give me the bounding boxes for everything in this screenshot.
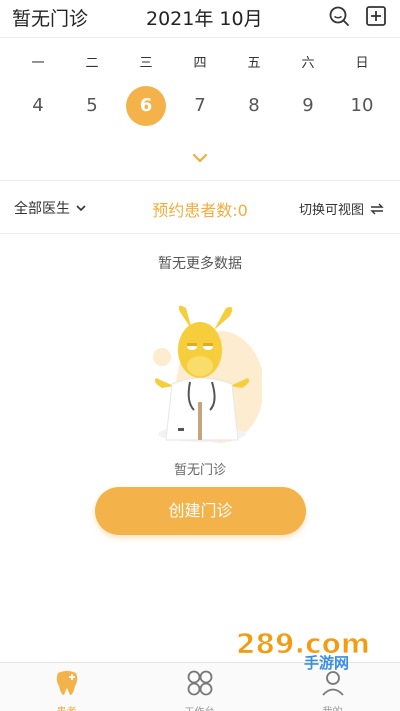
- weekday-label: 六: [301, 56, 315, 71]
- date-cell[interactable]: 5: [65, 86, 119, 126]
- date-cell[interactable]: 9: [281, 86, 335, 126]
- date-cell-selected[interactable]: 6: [119, 86, 173, 126]
- search-icon[interactable]: [328, 5, 350, 27]
- divider: [0, 233, 400, 234]
- date-cell[interactable]: 4: [11, 86, 65, 126]
- tab-patients[interactable]: 患者: [0, 663, 133, 711]
- create-clinic-button[interactable]: 创建门诊: [95, 487, 306, 535]
- page-title: 暂无门诊: [12, 8, 89, 30]
- switch-view-button[interactable]: 切换可视图: [299, 199, 384, 218]
- weekday-label: 二: [85, 56, 99, 71]
- grid-icon: [185, 668, 215, 698]
- date-cell[interactable]: 10: [335, 86, 389, 126]
- date-row: 4 5 6 7 8 9 10: [0, 86, 400, 126]
- empty-caption: 暂无门诊: [173, 463, 226, 478]
- divider: [0, 37, 400, 38]
- weekday-label: 四: [193, 56, 207, 71]
- filter-bar: 全部医生 预约患者数:0 切换可视图: [0, 181, 400, 233]
- tab-label: 工作台: [133, 703, 266, 711]
- swap-icon: [370, 203, 384, 214]
- top-bar: 暂无门诊 2021年 10月: [0, 0, 400, 36]
- weekday-label: 一: [31, 56, 45, 71]
- weekday-label: 五: [247, 56, 261, 71]
- weekday-row: 一 二 三 四 五 六 日: [0, 52, 400, 72]
- watermark-subtext: 手游网: [304, 654, 350, 672]
- date-cell[interactable]: 7: [173, 86, 227, 126]
- tab-label: 我的: [266, 703, 399, 711]
- chevron-down-icon[interactable]: [191, 150, 209, 164]
- weekday-label: 三: [139, 56, 153, 71]
- tooth-plus-icon: [52, 668, 82, 698]
- month-label[interactable]: 2021年 10月: [146, 4, 263, 31]
- site-watermark: 289.com 手游网: [232, 627, 382, 673]
- weekday-label: 日: [355, 56, 369, 71]
- empty-message: 暂无更多数据: [158, 256, 242, 272]
- date-cell[interactable]: 8: [227, 86, 281, 126]
- add-square-icon[interactable]: [365, 5, 387, 27]
- kangaroo-doctor-illustration: [142, 302, 264, 452]
- switch-view-label: 切换可视图: [298, 203, 364, 218]
- tab-label: 患者: [0, 703, 133, 711]
